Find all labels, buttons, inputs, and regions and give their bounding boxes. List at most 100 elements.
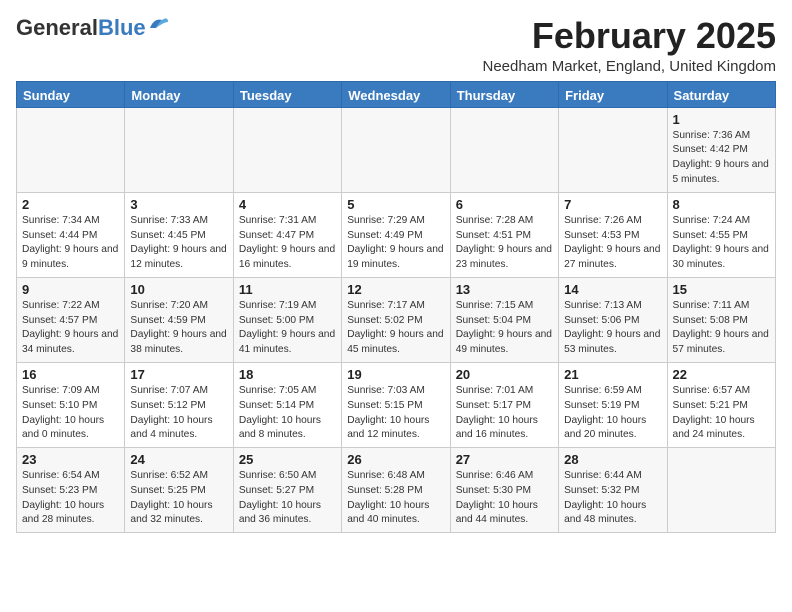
day-info: Sunrise: 6:59 AM Sunset: 5:19 PM Dayligh… — [564, 384, 661, 443]
calendar-cell — [233, 107, 341, 192]
day-info: Sunrise: 6:57 AM Sunset: 5:21 PM Dayligh… — [673, 384, 770, 443]
day-number: 12 — [347, 282, 444, 297]
calendar-cell — [559, 107, 667, 192]
calendar-table: SundayMondayTuesdayWednesdayThursdayFrid… — [16, 81, 776, 534]
header: GeneralBlue February 2025 Needham Market… — [16, 16, 776, 75]
day-info: Sunrise: 7:36 AM Sunset: 4:42 PM Dayligh… — [673, 129, 770, 188]
day-number: 19 — [347, 367, 444, 382]
day-info: Sunrise: 7:17 AM Sunset: 5:02 PM Dayligh… — [347, 299, 444, 358]
day-number: 6 — [456, 197, 553, 212]
calendar-week-row: 16 Sunrise: 7:09 AM Sunset: 5:10 PM Dayli… — [17, 362, 776, 447]
calendar-cell: 20 Sunrise: 7:01 AM Sunset: 5:17 PM Dayli… — [450, 362, 558, 447]
weekday-header-sunday: Sunday — [17, 81, 125, 107]
calendar-cell: 12 Sunrise: 7:17 AM Sunset: 5:02 PM Dayli… — [342, 277, 450, 362]
weekday-header-friday: Friday — [559, 81, 667, 107]
day-number: 27 — [456, 452, 553, 467]
calendar-cell: 28 Sunrise: 6:44 AM Sunset: 5:32 PM Dayli… — [559, 448, 667, 533]
day-number: 25 — [239, 452, 336, 467]
day-number: 23 — [22, 452, 119, 467]
weekday-header-tuesday: Tuesday — [233, 81, 341, 107]
day-info: Sunrise: 6:46 AM Sunset: 5:30 PM Dayligh… — [456, 469, 553, 528]
calendar-cell: 2 Sunrise: 7:34 AM Sunset: 4:44 PM Daylig… — [17, 192, 125, 277]
day-number: 1 — [673, 112, 770, 127]
day-info: Sunrise: 7:01 AM Sunset: 5:17 PM Dayligh… — [456, 384, 553, 443]
day-number: 24 — [130, 452, 227, 467]
day-info: Sunrise: 7:34 AM Sunset: 4:44 PM Dayligh… — [22, 214, 119, 273]
day-info: Sunrise: 7:28 AM Sunset: 4:51 PM Dayligh… — [456, 214, 553, 273]
day-number: 21 — [564, 367, 661, 382]
day-info: Sunrise: 7:07 AM Sunset: 5:12 PM Dayligh… — [130, 384, 227, 443]
calendar-week-row: 1 Sunrise: 7:36 AM Sunset: 4:42 PM Daylig… — [17, 107, 776, 192]
logo-general: GeneralBlue — [16, 16, 146, 40]
weekday-header-saturday: Saturday — [667, 81, 775, 107]
day-number: 4 — [239, 197, 336, 212]
logo: GeneralBlue — [16, 16, 170, 40]
calendar-week-row: 23Sunrise: 6:54 AM Sunset: 5:23 PM Dayli… — [17, 448, 776, 533]
day-number: 14 — [564, 282, 661, 297]
day-number: 7 — [564, 197, 661, 212]
calendar-cell: 22 Sunrise: 6:57 AM Sunset: 5:21 PM Dayli… — [667, 362, 775, 447]
calendar-cell: 8Sunrise: 7:24 AM Sunset: 4:55 PM Daylig… — [667, 192, 775, 277]
day-info: Sunrise: 7:19 AM Sunset: 5:00 PM Dayligh… — [239, 299, 336, 358]
calendar-cell: 3Sunrise: 7:33 AM Sunset: 4:45 PM Daylig… — [125, 192, 233, 277]
location: Needham Market, England, United Kingdom — [483, 58, 777, 75]
day-number: 20 — [456, 367, 553, 382]
calendar-cell: 16 Sunrise: 7:09 AM Sunset: 5:10 PM Dayli… — [17, 362, 125, 447]
calendar-cell: 17 Sunrise: 7:07 AM Sunset: 5:12 PM Dayli… — [125, 362, 233, 447]
calendar-cell: 5 Sunrise: 7:29 AM Sunset: 4:49 PM Daylig… — [342, 192, 450, 277]
calendar-cell: 24 Sunrise: 6:52 AM Sunset: 5:25 PM Dayli… — [125, 448, 233, 533]
calendar-week-row: 2 Sunrise: 7:34 AM Sunset: 4:44 PM Daylig… — [17, 192, 776, 277]
day-number: 16 — [22, 367, 119, 382]
day-info: Sunrise: 7:22 AM Sunset: 4:57 PM Dayligh… — [22, 299, 119, 358]
weekday-header-wednesday: Wednesday — [342, 81, 450, 107]
day-info: Sunrise: 6:52 AM Sunset: 5:25 PM Dayligh… — [130, 469, 227, 528]
day-info: Sunrise: 7:05 AM Sunset: 5:14 PM Dayligh… — [239, 384, 336, 443]
calendar-cell: 27 Sunrise: 6:46 AM Sunset: 5:30 PM Dayli… — [450, 448, 558, 533]
day-number: 18 — [239, 367, 336, 382]
day-info: Sunrise: 7:26 AM Sunset: 4:53 PM Dayligh… — [564, 214, 661, 273]
calendar-cell — [667, 448, 775, 533]
calendar-cell: 14Sunrise: 7:13 AM Sunset: 5:06 PM Dayli… — [559, 277, 667, 362]
day-info: Sunrise: 7:09 AM Sunset: 5:10 PM Dayligh… — [22, 384, 119, 443]
day-number: 28 — [564, 452, 661, 467]
calendar-cell — [17, 107, 125, 192]
day-info: Sunrise: 7:15 AM Sunset: 5:04 PM Dayligh… — [456, 299, 553, 358]
calendar-cell: 18 Sunrise: 7:05 AM Sunset: 5:14 PM Dayli… — [233, 362, 341, 447]
calendar-week-row: 9Sunrise: 7:22 AM Sunset: 4:57 PM Daylig… — [17, 277, 776, 362]
calendar-cell: 1 Sunrise: 7:36 AM Sunset: 4:42 PM Daylig… — [667, 107, 775, 192]
calendar-page: GeneralBlue February 2025 Needham Market… — [0, 0, 792, 543]
day-info: Sunrise: 7:11 AM Sunset: 5:08 PM Dayligh… — [673, 299, 770, 358]
day-number: 5 — [347, 197, 444, 212]
calendar-cell — [342, 107, 450, 192]
day-number: 22 — [673, 367, 770, 382]
header-right: February 2025 Needham Market, England, U… — [483, 16, 777, 75]
calendar-cell: 23Sunrise: 6:54 AM Sunset: 5:23 PM Dayli… — [17, 448, 125, 533]
calendar-cell: 26 Sunrise: 6:48 AM Sunset: 5:28 PM Dayli… — [342, 448, 450, 533]
weekday-header-row: SundayMondayTuesdayWednesdayThursdayFrid… — [17, 81, 776, 107]
logo-bird-icon — [148, 14, 170, 34]
weekday-header-thursday: Thursday — [450, 81, 558, 107]
day-number: 3 — [130, 197, 227, 212]
day-info: Sunrise: 6:50 AM Sunset: 5:27 PM Dayligh… — [239, 469, 336, 528]
month-title: February 2025 — [483, 16, 777, 56]
calendar-cell: 10Sunrise: 7:20 AM Sunset: 4:59 PM Dayli… — [125, 277, 233, 362]
day-info: Sunrise: 7:29 AM Sunset: 4:49 PM Dayligh… — [347, 214, 444, 273]
calendar-cell — [450, 107, 558, 192]
calendar-cell: 6 Sunrise: 7:28 AM Sunset: 4:51 PM Daylig… — [450, 192, 558, 277]
calendar-cell — [125, 107, 233, 192]
day-number: 2 — [22, 197, 119, 212]
day-number: 15 — [673, 282, 770, 297]
calendar-cell: 4 Sunrise: 7:31 AM Sunset: 4:47 PM Daylig… — [233, 192, 341, 277]
day-info: Sunrise: 6:44 AM Sunset: 5:32 PM Dayligh… — [564, 469, 661, 528]
day-number: 17 — [130, 367, 227, 382]
day-info: Sunrise: 7:31 AM Sunset: 4:47 PM Dayligh… — [239, 214, 336, 273]
calendar-cell: 21 Sunrise: 6:59 AM Sunset: 5:19 PM Dayli… — [559, 362, 667, 447]
day-number: 26 — [347, 452, 444, 467]
weekday-header-monday: Monday — [125, 81, 233, 107]
calendar-cell: 9Sunrise: 7:22 AM Sunset: 4:57 PM Daylig… — [17, 277, 125, 362]
day-number: 13 — [456, 282, 553, 297]
day-info: Sunrise: 6:48 AM Sunset: 5:28 PM Dayligh… — [347, 469, 444, 528]
calendar-cell: 19Sunrise: 7:03 AM Sunset: 5:15 PM Dayli… — [342, 362, 450, 447]
day-info: Sunrise: 7:24 AM Sunset: 4:55 PM Dayligh… — [673, 214, 770, 273]
calendar-cell: 7 Sunrise: 7:26 AM Sunset: 4:53 PM Daylig… — [559, 192, 667, 277]
